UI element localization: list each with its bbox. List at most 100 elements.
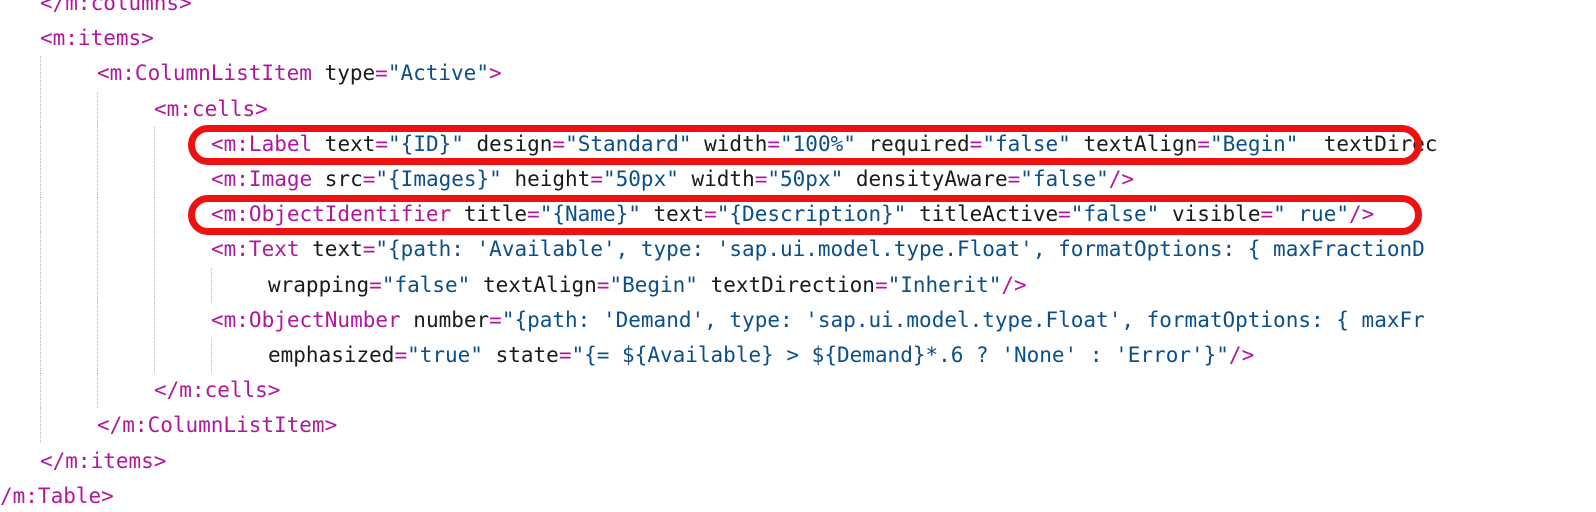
code-token-tag: >: [488, 61, 502, 86]
code-token-attr: textDirec: [1298, 131, 1438, 156]
indent-guide: [97, 126, 98, 162]
code-token-tag: <m:ColumnListItem: [97, 61, 312, 86]
code-token-eq: =: [1007, 167, 1021, 191]
code-token-eq: =: [489, 307, 502, 332]
indent-guide: [154, 162, 155, 197]
code-line[interactable]: <m:Label text="{ID}" design="Standard" w…: [211, 127, 1438, 162]
indent-guide: [211, 267, 212, 303]
code-token-attr: visible: [1159, 202, 1261, 227]
indent-guide: [154, 302, 155, 338]
indent-guide: [40, 162, 41, 197]
code-token-attr: required: [855, 131, 970, 156]
code-token-attr: type: [311, 61, 376, 86]
code-token-eq: =: [874, 272, 888, 297]
code-line[interactable]: /m:Table>: [0, 479, 114, 512]
code-token-tag: </m:items>: [40, 448, 167, 473]
indent-guide: [40, 197, 41, 233]
indent-guide: [97, 162, 98, 197]
code-token-val: "{path: 'Demand', type: 'sap.ui.model.ty…: [501, 307, 1425, 332]
code-token-val: "Standard": [565, 131, 692, 156]
code-token-val: "{ID}": [388, 131, 464, 156]
code-token-eq: =: [1197, 131, 1210, 156]
code-token-tag: />: [1001, 272, 1027, 297]
code-token-attr: densityAware: [843, 167, 1008, 191]
code-line[interactable]: <m:ObjectNumber number="{path: 'Demand',…: [211, 303, 1425, 338]
indent-guide: [40, 126, 41, 162]
code-line[interactable]: </m:columns>: [40, 0, 192, 21]
code-token-eq: =: [590, 167, 603, 191]
code-token-val: "Inherit": [887, 272, 1002, 297]
code-token-val: "Active": [387, 61, 489, 86]
code-token-val: "false": [381, 272, 471, 297]
code-token-tag: <m:items>: [40, 26, 154, 51]
code-token-tag: <m:Text: [211, 237, 300, 262]
code-token-eq: =: [558, 343, 572, 367]
code-token-val: "100%": [780, 131, 856, 156]
indent-guide: [154, 197, 155, 233]
code-token-val: " rue": [1273, 202, 1349, 227]
code-token-val: "Begin": [1209, 131, 1299, 156]
indent-guide: [97, 91, 98, 127]
code-token-attr: titleActive: [906, 202, 1059, 227]
code-token-eq: =: [1260, 202, 1274, 227]
code-line[interactable]: <m:cells>: [154, 92, 268, 127]
code-token-attr: src: [312, 167, 363, 191]
code-token-tag: />: [1108, 167, 1135, 191]
indent-guide: [97, 197, 98, 233]
indent-guide: [40, 408, 41, 444]
indent-guide: [211, 338, 212, 373]
indent-guide: [97, 267, 98, 303]
code-token-val: "true": [407, 343, 483, 367]
indent-guide: [154, 232, 155, 268]
indent-guide: [40, 267, 41, 303]
code-token-attr: title: [451, 202, 528, 227]
code-token-eq: =: [362, 167, 376, 191]
code-line[interactable]: <m:items>: [40, 21, 154, 56]
code-token-tag: <m:Image: [211, 167, 313, 191]
code-line[interactable]: <m:Image src="{Images}" height="50px" wi…: [211, 162, 1134, 197]
code-token-attr: text: [312, 131, 376, 156]
code-token-attr: text: [640, 202, 705, 227]
xml-code-editor[interactable]: </m:columns> <m:items> <m:ColumnListItem t…: [0, 0, 1596, 512]
indent-guide: [154, 267, 155, 303]
code-token-eq: =: [394, 343, 408, 367]
code-token-val: "{Images}": [375, 167, 502, 191]
code-token-val: "50px": [767, 167, 844, 191]
indent-guide: [40, 91, 41, 127]
code-token-attr: width: [691, 131, 768, 156]
code-line[interactable]: </m:cells>: [154, 373, 280, 408]
code-line[interactable]: wrapping="false" textAlign="Begin" textD…: [268, 268, 1027, 303]
code-token-eq: =: [369, 272, 382, 297]
code-token-tag: <m:ObjectIdentifier: [211, 202, 452, 227]
code-token-eq: =: [704, 202, 717, 227]
code-token-tag: <m:Label: [211, 131, 313, 156]
code-token-attr: width: [678, 167, 755, 191]
code-line[interactable]: <m:ObjectIdentifier title="{Name}" text=…: [211, 197, 1374, 232]
indent-guide: [40, 302, 41, 338]
code-token-attr: design: [463, 131, 553, 156]
code-line[interactable]: <m:Text text="{path: 'Available', type: …: [211, 232, 1425, 267]
code-token-eq: =: [767, 131, 781, 156]
code-line[interactable]: emphasized="true" state="{= ${Available}…: [268, 338, 1254, 373]
code-token-val: "{= ${Available} > ${Demand}*.6 ? 'None'…: [571, 343, 1229, 367]
code-token-attr: height: [501, 167, 591, 191]
code-token-eq: =: [375, 131, 389, 156]
code-token-tag: </m:columns>: [40, 0, 192, 15]
indent-guide: [97, 302, 98, 338]
code-line[interactable]: </m:ColumnListItem>: [97, 408, 337, 443]
code-line[interactable]: </m:items>: [40, 444, 166, 479]
indent-guide: [40, 373, 41, 409]
code-token-tag: />: [1348, 202, 1375, 227]
indent-guide: [40, 338, 41, 373]
code-token-eq: =: [552, 131, 566, 156]
code-token-tag: /m:Table>: [0, 483, 114, 508]
code-token-eq: =: [527, 202, 540, 227]
code-token-attr: emphasized: [268, 343, 395, 367]
code-token-tag: </m:ColumnListItem>: [97, 413, 338, 438]
indent-guide: [97, 373, 98, 409]
code-token-eq: =: [969, 131, 983, 156]
code-token-val: "50px": [603, 167, 679, 191]
code-token-attr: state: [482, 343, 559, 367]
code-line[interactable]: <m:ColumnListItem type="Active">: [97, 56, 502, 91]
indent-guide: [97, 232, 98, 268]
